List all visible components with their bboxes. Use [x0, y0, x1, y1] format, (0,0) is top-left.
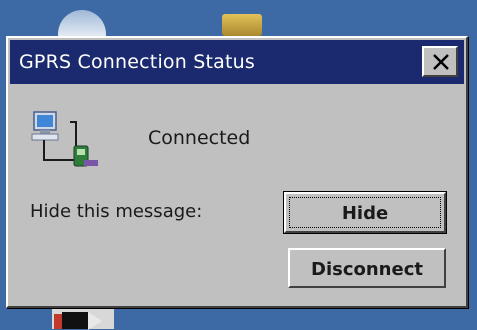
disconnect-button-label: Disconnect [311, 259, 423, 280]
dialog-title: GPRS Connection Status [19, 51, 255, 73]
hide-button-label: Hide [341, 203, 389, 224]
hide-button[interactable]: Hide [283, 191, 447, 234]
desktop-icon[interactable] [58, 10, 106, 38]
close-icon [433, 54, 449, 70]
hide-message-label: Hide this message: [30, 201, 203, 222]
network-connection-icon [31, 111, 98, 167]
disconnect-button[interactable]: Disconnect [288, 248, 446, 288]
title-bar[interactable]: GPRS Connection Status [10, 40, 464, 84]
gprs-status-dialog: GPRS Connection Status Connected Hide th… [6, 36, 468, 308]
connection-status-text: Connected [148, 127, 251, 149]
desktop-icon[interactable] [222, 14, 262, 36]
desktop-icon[interactable] [52, 308, 114, 330]
close-button[interactable] [422, 46, 458, 77]
